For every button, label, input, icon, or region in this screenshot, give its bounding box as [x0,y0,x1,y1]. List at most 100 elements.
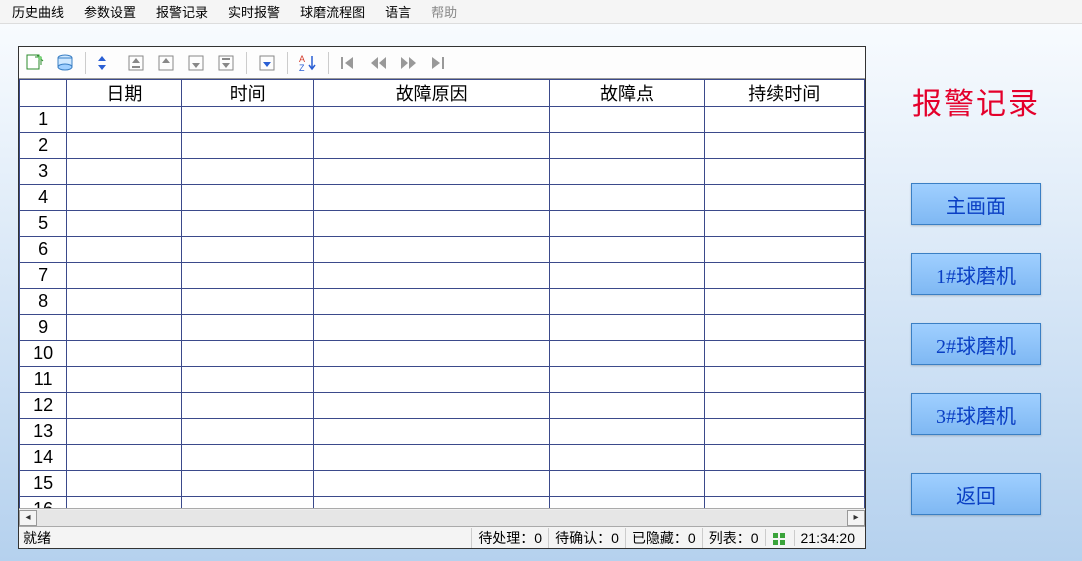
cell-point[interactable] [550,237,704,263]
col-time[interactable]: 时间 [182,80,314,107]
cell-duration[interactable] [704,419,864,445]
col-duration[interactable]: 持续时间 [704,80,864,107]
cell-time[interactable] [182,289,314,315]
cell-time[interactable] [182,445,314,471]
cell-time[interactable] [182,159,314,185]
table-row[interactable]: 7 [20,263,865,289]
sort-az-icon[interactable]: AZ [296,51,320,75]
cell-point[interactable] [550,341,704,367]
cell-time[interactable] [182,211,314,237]
cell-duration[interactable] [704,289,864,315]
cell-reason[interactable] [313,341,549,367]
cell-point[interactable] [550,133,704,159]
table-row[interactable]: 16 [20,497,865,509]
cell-date[interactable] [67,107,182,133]
cell-date[interactable] [67,471,182,497]
cell-time[interactable] [182,497,314,509]
cell-duration[interactable] [704,107,864,133]
table-row[interactable]: 3 [20,159,865,185]
cell-point[interactable] [550,289,704,315]
cell-reason[interactable] [313,289,549,315]
cell-duration[interactable] [704,315,864,341]
cell-duration[interactable] [704,237,864,263]
table-row[interactable]: 2 [20,133,865,159]
col-rownum[interactable] [20,80,67,107]
nav-last-icon[interactable] [427,51,451,75]
cell-date[interactable] [67,289,182,315]
cell-duration[interactable] [704,341,864,367]
menu-history-curve[interactable]: 历史曲线 [2,0,74,23]
cell-date[interactable] [67,419,182,445]
cell-duration[interactable] [704,471,864,497]
cell-date[interactable] [67,185,182,211]
export-icon[interactable] [23,51,47,75]
cell-date[interactable] [67,315,182,341]
cell-time[interactable] [182,315,314,341]
cell-date[interactable] [67,237,182,263]
menu-flowchart[interactable]: 球磨流程图 [290,0,375,23]
table-row[interactable]: 13 [20,419,865,445]
table-row[interactable]: 15 [20,471,865,497]
back-button[interactable]: 返回 [911,473,1041,515]
cell-time[interactable] [182,419,314,445]
nav-forward-icon[interactable] [397,51,421,75]
cell-point[interactable] [550,107,704,133]
cell-date[interactable] [67,263,182,289]
cell-point[interactable] [550,263,704,289]
table-row[interactable]: 12 [20,393,865,419]
col-date[interactable]: 日期 [67,80,182,107]
cell-date[interactable] [67,497,182,509]
col-point[interactable]: 故障点 [550,80,704,107]
scroll-left-icon[interactable]: ◂ [19,510,37,526]
cell-date[interactable] [67,211,182,237]
cell-point[interactable] [550,315,704,341]
cell-reason[interactable] [313,185,549,211]
table-row[interactable]: 6 [20,237,865,263]
cell-reason[interactable] [313,159,549,185]
cell-duration[interactable] [704,367,864,393]
table-row[interactable]: 10 [20,341,865,367]
cell-date[interactable] [67,133,182,159]
cell-time[interactable] [182,263,314,289]
horizontal-scrollbar[interactable]: ◂ ▸ [19,508,865,526]
cell-duration[interactable] [704,393,864,419]
cell-point[interactable] [550,367,704,393]
next-icon[interactable] [184,51,208,75]
mill-2-button[interactable]: 2#球磨机 [911,323,1041,365]
menu-help[interactable]: 帮助 [421,0,467,23]
cell-point[interactable] [550,497,704,509]
mill-3-button[interactable]: 3#球磨机 [911,393,1041,435]
table-row[interactable]: 11 [20,367,865,393]
cell-point[interactable] [550,185,704,211]
cell-point[interactable] [550,445,704,471]
cell-duration[interactable] [704,497,864,509]
cell-duration[interactable] [704,445,864,471]
cell-duration[interactable] [704,211,864,237]
mill-1-button[interactable]: 1#球磨机 [911,253,1041,295]
menu-param-settings[interactable]: 参数设置 [74,0,146,23]
cell-date[interactable] [67,445,182,471]
sort-updown-icon[interactable] [94,51,118,75]
cell-reason[interactable] [313,133,549,159]
cell-reason[interactable] [313,393,549,419]
scroll-right-icon[interactable]: ▸ [847,510,865,526]
cell-time[interactable] [182,367,314,393]
cell-reason[interactable] [313,315,549,341]
cell-duration[interactable] [704,159,864,185]
cell-time[interactable] [182,471,314,497]
cell-reason[interactable] [313,237,549,263]
cell-point[interactable] [550,471,704,497]
cell-date[interactable] [67,159,182,185]
cell-reason[interactable] [313,107,549,133]
cell-point[interactable] [550,393,704,419]
cell-point[interactable] [550,211,704,237]
cell-point[interactable] [550,419,704,445]
table-row[interactable]: 14 [20,445,865,471]
cell-date[interactable] [67,341,182,367]
cell-time[interactable] [182,133,314,159]
main-view-button[interactable]: 主画面 [911,183,1041,225]
cell-date[interactable] [67,393,182,419]
nav-rewind-icon[interactable] [367,51,391,75]
cell-time[interactable] [182,341,314,367]
first-icon[interactable] [124,51,148,75]
